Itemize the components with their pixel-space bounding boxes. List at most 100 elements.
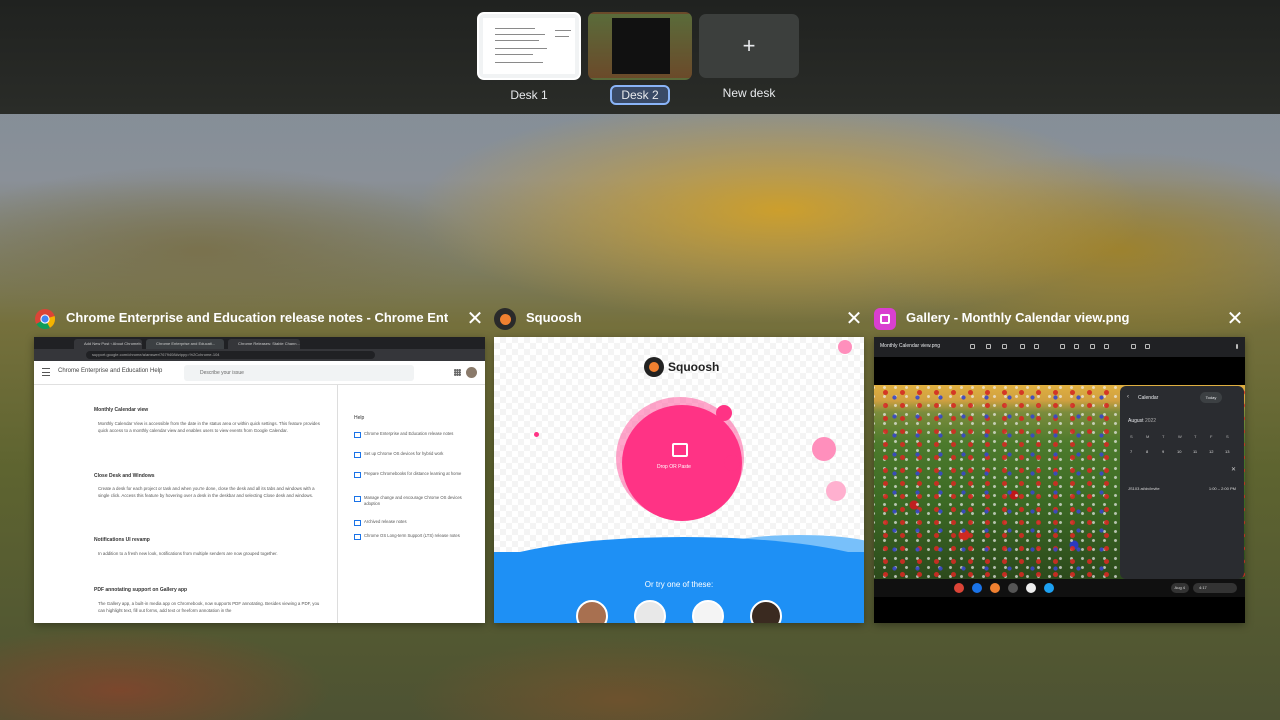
article-main: Monthly Calendar view Monthly Calendar V… (34, 385, 338, 623)
avatar[interactable] (466, 367, 477, 378)
desk-2-label[interactable]: Desk 2 (610, 85, 670, 105)
terminal-shelf-icon[interactable] (1008, 583, 1018, 593)
new-desk-label[interactable]: New desk (697, 83, 801, 103)
menu-icon[interactable] (42, 368, 50, 376)
chrome-shelf-icon[interactable] (954, 583, 964, 593)
desk-1[interactable]: Desk 1 (477, 12, 581, 105)
sidebar-link[interactable]: Chrome OS Long-term Support (LTS) releas… (354, 533, 464, 540)
browser-tab-strip: Add New Post ‹ About Chromeb... Chrome E… (34, 337, 485, 349)
add-image-icon (672, 443, 688, 457)
window-header: Gallery - Monthly Calendar view.png ✕ (874, 306, 1245, 332)
today-button[interactable]: Today (1200, 392, 1222, 403)
window-preview[interactable]: Add New Post ‹ About Chromeb... Chrome E… (34, 337, 485, 623)
browser-tab[interactable]: Chrome Enterprise and Educati... (146, 339, 224, 349)
calendar-day[interactable]: 8 (1146, 449, 1148, 454)
month-name: August (1128, 418, 1144, 424)
address-bar[interactable]: support.google.com/chrome/a/answer/76794… (86, 351, 375, 359)
window-preview[interactable]: Monthly Calendar view.png ‹ Calendar Tod… (874, 337, 1245, 623)
music-shelf-icon[interactable] (1026, 583, 1036, 593)
sidebar-link[interactable]: Archived release notes (354, 519, 464, 526)
sidebar-link[interactable]: Chrome Enterprise and Education release … (354, 431, 464, 438)
help-search-input[interactable]: Describe your issue (184, 365, 414, 381)
weekday-label: F (1210, 434, 1213, 439)
calendar-day[interactable]: 13 (1225, 449, 1229, 454)
weekday-label: W (1178, 434, 1182, 439)
calendar-day[interactable]: 9 (1162, 449, 1164, 454)
redo-icon[interactable] (1145, 344, 1150, 349)
window-gallery[interactable]: Gallery - Monthly Calendar view.png ✕ Mo… (874, 306, 1245, 623)
squoosh-page: Squoosh Drop OR Paste Or try one of thes… (494, 337, 864, 623)
window-squoosh[interactable]: Squoosh ✕ Squoosh Drop OR Paste Or try o… (494, 306, 864, 623)
clock: 4:17 (1199, 585, 1207, 590)
chrome-icon (34, 308, 56, 330)
zoom-out-icon[interactable] (1020, 344, 1025, 349)
file-name: Monthly Calendar view.png (880, 343, 941, 349)
help-center-title[interactable]: Chrome Enterprise and Education Help (58, 368, 162, 374)
apps-grid-icon[interactable] (454, 369, 461, 376)
desk-2-preview[interactable] (588, 12, 692, 80)
delete-icon[interactable] (1002, 344, 1007, 349)
calendar-day[interactable]: 10 (1177, 449, 1181, 454)
calendar-day[interactable]: 7 (1130, 449, 1132, 454)
gallery-icon (874, 308, 896, 330)
close-icon[interactable]: ✕ (465, 309, 485, 329)
article-content: Monthly Calendar view Monthly Calendar V… (34, 385, 485, 623)
rotate-icon[interactable] (1104, 344, 1109, 349)
window-title: Chrome Enterprise and Education release … (66, 310, 448, 325)
desk-2-label-wrap: Desk 2 (588, 85, 692, 105)
desk-2[interactable]: Desk 2 (588, 12, 692, 105)
window-preview[interactable]: Squoosh Drop OR Paste Or try one of thes… (494, 337, 864, 623)
more-icon[interactable] (1236, 344, 1238, 349)
sidebar-link[interactable]: Prepare Chromebooks for distance learnin… (354, 471, 464, 478)
back-icon[interactable]: ‹ (1127, 394, 1129, 400)
section-heading[interactable]: Close Desk and Windows (94, 473, 155, 479)
status-tray[interactable]: 4:17 (1193, 583, 1237, 593)
browser-tab[interactable]: Chrome Releases: Stable Chann... (228, 339, 300, 349)
twitter-shelf-icon[interactable] (1044, 583, 1054, 593)
sidebar-link[interactable]: Set up Chrome OS devices for hybrid work (354, 451, 464, 458)
calendar-day[interactable]: 12 (1209, 449, 1213, 454)
weekday-label: S (1130, 434, 1133, 439)
calendar-panel: ‹ Calendar Today August 2022 S M T W T F… (1120, 386, 1244, 579)
sidebar-link[interactable]: Manage change and encourage Chrome OS de… (354, 495, 464, 507)
section-heading[interactable]: PDF annotating support on Gallery app (94, 587, 187, 593)
section-body: The Gallery app, a built-in media app on… (98, 601, 320, 613)
window-header: Squoosh ✕ (494, 306, 864, 332)
browser-tab[interactable]: Add New Post ‹ About Chromeb... (74, 339, 142, 349)
section-heading[interactable]: Notifications UI revamp (94, 537, 150, 543)
desk-2-mini-terminal (612, 18, 670, 74)
calendar-event-title[interactable]: JS103 at/dv/invite (1128, 486, 1160, 491)
edit-icon[interactable] (1060, 344, 1065, 349)
close-icon[interactable]: ✕ (844, 309, 864, 329)
weekday-label: S (1226, 434, 1229, 439)
date-tray[interactable]: Aug 4 (1170, 583, 1189, 593)
section-body: In addition to a fresh new look, notific… (98, 551, 278, 556)
crop-icon[interactable] (1074, 344, 1079, 349)
year: 2022 (1144, 418, 1157, 424)
files-shelf-icon[interactable] (972, 583, 982, 593)
share-icon[interactable] (986, 344, 991, 349)
decorative-blob (716, 405, 732, 421)
window-chrome[interactable]: Chrome Enterprise and Education release … (34, 306, 485, 623)
gallery-toolbar: Monthly Calendar view.png (874, 337, 1245, 357)
plus-icon[interactable]: + (699, 14, 799, 78)
info-icon[interactable] (970, 344, 975, 349)
weekday-label: T (1194, 434, 1197, 439)
decorative-blob (838, 340, 852, 354)
adjust-icon[interactable] (1090, 344, 1095, 349)
drop-or-paste-label[interactable]: Drop OR Paste (657, 464, 691, 470)
sidebar-heading: Help (354, 415, 365, 421)
desk-1-preview[interactable] (477, 12, 581, 80)
zoom-in-icon[interactable] (1034, 344, 1039, 349)
close-icon[interactable]: ✕ (1231, 466, 1236, 473)
desk-1-label[interactable]: Desk 1 (477, 85, 581, 105)
weekday-label: T (1162, 434, 1165, 439)
calendar-day[interactable]: 11 (1193, 449, 1197, 454)
squoosh-logo-icon (644, 357, 664, 377)
squoosh-shelf-icon[interactable] (990, 583, 1000, 593)
section-body: Monthly Calendar View is accessible from… (98, 421, 320, 433)
new-desk-button[interactable]: + New desk (697, 12, 801, 103)
close-icon[interactable]: ✕ (1225, 309, 1245, 329)
undo-icon[interactable] (1131, 344, 1136, 349)
section-heading[interactable]: Monthly Calendar view (94, 407, 148, 413)
